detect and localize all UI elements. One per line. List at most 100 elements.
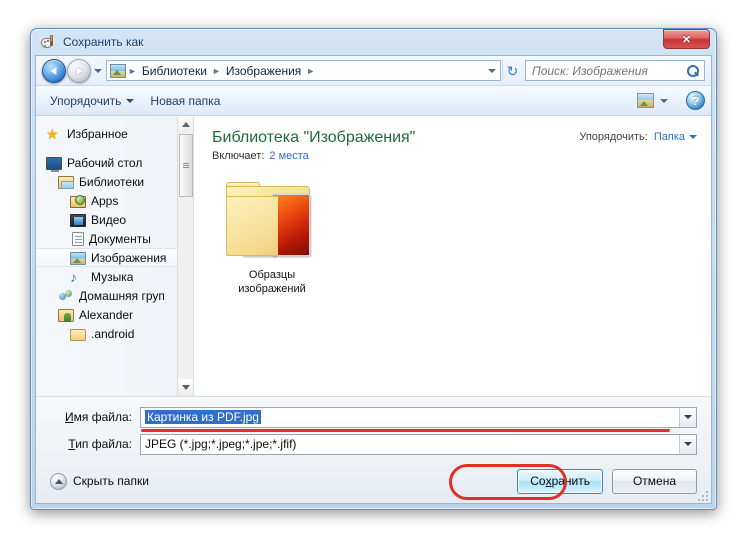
sidebar-item-label: Рабочий стол bbox=[67, 155, 143, 170]
items-grid: Образцы изображений bbox=[194, 162, 711, 296]
change-view-icon[interactable] bbox=[637, 93, 654, 108]
resize-grip[interactable] bbox=[696, 489, 708, 501]
sidebar-item-label: Документы bbox=[89, 231, 151, 246]
filename-label: Имя файла: bbox=[50, 410, 140, 424]
filetype-label: Тип файла: bbox=[50, 437, 140, 451]
filetype-value: JPEG (*.jpg;*.jpeg;*.jpe;*.jfif) bbox=[145, 437, 297, 451]
includes-link[interactable]: 2 места bbox=[269, 150, 308, 162]
save-label-a: Со bbox=[530, 474, 546, 488]
save-button[interactable]: Со х ранить bbox=[517, 468, 603, 494]
folder-with-pictures-icon bbox=[220, 180, 324, 264]
sidebar-item-pictures[interactable]: Изображения bbox=[36, 248, 181, 267]
library-icon bbox=[58, 176, 74, 189]
sidebar-item-libraries[interactable]: Библиотеки bbox=[36, 172, 193, 191]
filename-combobox[interactable]: Картинка из PDF.jpg bbox=[140, 406, 697, 432]
refresh-icon[interactable]: ↻ bbox=[502, 60, 522, 81]
filename-annotation-underline bbox=[141, 428, 670, 432]
arrange-by-control: Упорядочить: Папка bbox=[579, 131, 697, 143]
hide-folders-button[interactable]: Скрыть папки bbox=[50, 472, 149, 490]
sidebar-item-label: Изображения bbox=[91, 250, 167, 265]
arrange-label: Упорядочить: bbox=[579, 131, 648, 143]
filetype-dropdown-icon[interactable] bbox=[679, 434, 696, 454]
chevron-up-circle-icon bbox=[50, 472, 67, 490]
navigation-pane: ★ Избранное Рабочий стол Библиотеки Apps… bbox=[36, 116, 194, 396]
breadcrumb-item-1[interactable]: Изображения bbox=[223, 62, 304, 80]
filename-dropdown-icon[interactable] bbox=[679, 407, 696, 427]
breadcrumb-separator-1: ► bbox=[211, 65, 221, 76]
scrollbar-thumb[interactable] bbox=[179, 134, 193, 197]
new-folder-button[interactable]: Новая папка bbox=[142, 90, 228, 112]
save-label-b: ранить bbox=[551, 474, 590, 488]
arrange-value: Папка bbox=[653, 131, 685, 143]
sidebar-item-label: Видео bbox=[91, 212, 127, 227]
back-button[interactable] bbox=[42, 58, 66, 83]
search-input[interactable] bbox=[530, 62, 686, 79]
sidebar-item-label: Библиотеки bbox=[79, 174, 145, 189]
sidebar-item-alexander[interactable]: Alexander bbox=[36, 305, 193, 324]
sidebar-item-label: Домашняя груп bbox=[79, 288, 165, 303]
sidebar-item-desktop[interactable]: Рабочий стол bbox=[36, 153, 193, 172]
pictures-library-icon bbox=[110, 63, 126, 78]
sidebar-item-music[interactable]: ♪ Музыка bbox=[36, 267, 193, 286]
search-icon bbox=[686, 64, 700, 78]
forward-button[interactable] bbox=[67, 58, 91, 83]
dialog-footer: Скрыть папки Со х ранить Отмена bbox=[36, 459, 711, 503]
sidebar-item-documents[interactable]: Документы bbox=[36, 229, 193, 248]
item-label-line1: Образцы bbox=[248, 269, 296, 281]
title-bar: Сохранить как ✕ bbox=[35, 29, 712, 55]
sidebar-item-homegroup[interactable]: Домашняя груп bbox=[36, 286, 193, 305]
filename-label-rest: мя файла: bbox=[73, 410, 132, 424]
command-bar: Упорядочить Новая папка ? bbox=[36, 86, 711, 116]
apps-folder-icon bbox=[70, 194, 86, 208]
folder-icon bbox=[70, 328, 86, 341]
scroll-up-icon[interactable] bbox=[178, 116, 193, 133]
filetype-combobox[interactable]: JPEG (*.jpg;*.jpeg;*.jpe;*.jfif) bbox=[140, 433, 697, 455]
new-folder-label: Новая папка bbox=[150, 93, 221, 108]
user-folder-icon bbox=[58, 309, 74, 322]
breadcrumb-bar[interactable]: ► Библиотеки ► Изображения ► bbox=[106, 60, 501, 81]
sidebar-item-favorites[interactable]: ★ Избранное bbox=[36, 124, 193, 143]
dialog-body: ★ Избранное Рабочий стол Библиотеки Apps… bbox=[36, 116, 711, 396]
desktop-icon bbox=[46, 156, 62, 172]
sidebar-item-apps[interactable]: Apps bbox=[36, 191, 193, 210]
sidebar-item-label: Избранное bbox=[67, 126, 128, 141]
breadcrumb-separator-0: ► bbox=[128, 65, 137, 76]
filename-value-wrap: Картинка из PDF.jpg bbox=[141, 410, 679, 424]
pictures-library-icon bbox=[70, 252, 86, 265]
star-icon: ★ bbox=[46, 125, 59, 142]
includes-label: Включает: bbox=[212, 150, 265, 162]
sidebar-item-android[interactable]: .android bbox=[36, 324, 193, 343]
sidebar-item-label: Apps bbox=[91, 193, 119, 208]
recent-locations-icon[interactable] bbox=[91, 59, 104, 83]
dialog-buttons: Со х ранить Отмена bbox=[517, 468, 697, 494]
sidebar-item-label: .android bbox=[91, 326, 135, 341]
window-title: Сохранить как bbox=[63, 35, 144, 49]
breadcrumb-item-0[interactable]: Библиотеки bbox=[139, 62, 210, 80]
close-button[interactable]: ✕ bbox=[663, 29, 710, 49]
chevron-down-icon bbox=[126, 98, 135, 103]
view-dropdown-icon[interactable] bbox=[656, 91, 672, 111]
library-includes: Включает: 2 места bbox=[212, 150, 695, 162]
arrange-dropdown[interactable]: Папка bbox=[654, 131, 697, 143]
cancel-button[interactable]: Отмена bbox=[612, 468, 697, 494]
sidebar-scrollbar[interactable] bbox=[177, 116, 193, 396]
chevron-down-icon bbox=[689, 135, 697, 139]
help-icon[interactable]: ? bbox=[686, 91, 705, 110]
address-bar: ► Библиотеки ► Изображения ► ↻ bbox=[36, 56, 711, 86]
filename-input[interactable]: Картинка из PDF.jpg bbox=[145, 410, 261, 424]
organize-label: Упорядочить bbox=[50, 93, 122, 108]
filetype-row: Тип файла: JPEG (*.jpg;*.jpeg;*.jpe;*.jf… bbox=[50, 433, 697, 455]
save-form: Имя файла: Картинка из PDF.jpg Тип файла… bbox=[36, 396, 711, 459]
search-box[interactable] bbox=[525, 60, 705, 81]
music-library-icon: ♪ bbox=[70, 268, 77, 285]
list-item[interactable]: Образцы изображений bbox=[220, 180, 324, 296]
filename-label-accel: И bbox=[65, 410, 74, 424]
breadcrumb-separator-2: ► bbox=[306, 65, 316, 76]
paint-icon bbox=[41, 34, 57, 50]
address-dropdown-icon[interactable] bbox=[484, 61, 499, 80]
command-bar-right: ? bbox=[637, 91, 705, 111]
scroll-down-icon[interactable] bbox=[178, 379, 193, 396]
organize-button[interactable]: Упорядочить bbox=[42, 90, 142, 112]
sidebar-item-video[interactable]: Видео bbox=[36, 210, 193, 229]
